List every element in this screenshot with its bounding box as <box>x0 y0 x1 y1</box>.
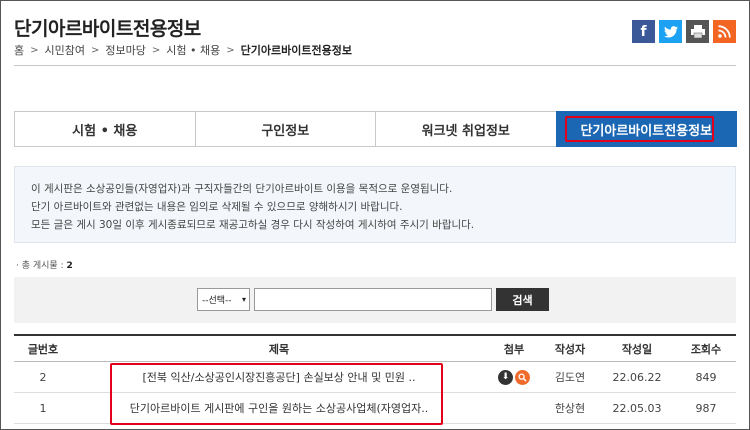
row-date: 22.05.03 <box>612 401 662 415</box>
row-date: 22.06.22 <box>612 370 662 384</box>
row-attach: ⬇ <box>486 369 542 385</box>
header-views: 조회수 <box>690 342 722 356</box>
row-no: 2 <box>39 370 47 384</box>
total-count-value: 2 <box>66 261 73 271</box>
header-title: 제목 <box>268 342 290 356</box>
header-date: 작성일 <box>621 342 653 356</box>
search-button[interactable]: 검색 <box>496 288 549 311</box>
row-author: 한상현 <box>554 402 586 415</box>
notice-line: 이 게시판은 소상공인들(자영업자)과 구직자들간의 단기아르바이트 이용을 목… <box>31 183 453 195</box>
breadcrumb-home[interactable]: 홈 <box>14 42 24 58</box>
header-no: 글번호 <box>27 342 59 356</box>
row-author: 김도연 <box>554 371 586 384</box>
row-views: 987 <box>695 401 717 415</box>
row-title: [전북 익산/소상공인시장진흥공단] 손실보상 안내 및 민원 .. <box>72 369 486 385</box>
highlight-box <box>564 116 714 142</box>
row-no: 1 <box>39 401 47 415</box>
search-bar: --선택-- ▾ 검색 <box>14 277 736 323</box>
tab-short-term-jobs[interactable]: 단기아르바이트전용정보 <box>555 111 737 147</box>
notice-box: 이 게시판은 소상공인들(자영업자)과 구직자들간의 단기아르바이트 이용을 목… <box>14 166 736 243</box>
tab-exam-recruit[interactable]: 시험 • 채용 <box>14 111 196 147</box>
post-title-link[interactable]: 단기아르바이트 게시판에 구인을 원하는 소상공사업체(자영업자.. <box>130 402 429 415</box>
share-bar: f <box>632 20 736 43</box>
tab-worknet[interactable]: 워크넷 취업정보 <box>375 111 557 147</box>
header-attach: 첨부 <box>503 342 525 356</box>
search-category-value: --선택-- <box>202 296 232 306</box>
breadcrumb-current: 단기아르바이트전용정보 <box>240 44 352 57</box>
search-input[interactable] <box>254 288 492 311</box>
breadcrumb-exam[interactable]: 시험 • 채용 <box>166 42 220 58</box>
breadcrumb-separator: > <box>151 44 161 56</box>
breadcrumb: 홈 > 시민참여 > 정보마당 > 시험 • 채용 > 단기아르바이트전용정보 <box>14 42 352 58</box>
preview-icon[interactable] <box>515 369 530 385</box>
search-category-select[interactable]: --선택-- ▾ <box>197 288 250 311</box>
row-title: 단기아르바이트 게시판에 구인을 원하는 소상공사업체(자영업자.. <box>72 400 486 416</box>
twitter-icon[interactable] <box>659 20 682 43</box>
rss-icon[interactable] <box>713 20 736 43</box>
facebook-icon[interactable]: f <box>632 20 655 43</box>
chevron-down-icon: ▾ <box>241 295 246 304</box>
table-row: 1 단기아르바이트 게시판에 구인을 원하는 소상공사업체(자영업자.. 한상현… <box>14 393 736 424</box>
table-row: 2 [전북 익산/소상공인시장진흥공단] 손실보상 안내 및 민원 .. ⬇ 김… <box>14 362 736 393</box>
download-icon[interactable]: ⬇ <box>498 369 513 385</box>
breadcrumb-citizen[interactable]: 시민참여 <box>45 42 85 58</box>
breadcrumb-info[interactable]: 정보마당 <box>105 42 145 58</box>
tab-job-offers[interactable]: 구인정보 <box>194 111 376 147</box>
post-title-link[interactable]: [전북 익산/소상공인시장진흥공단] 손실보상 안내 및 민원 .. <box>142 371 415 384</box>
page-title: 단기아르바이트전용정보 <box>14 18 201 40</box>
total-count: · 총 게시물 : 2 <box>16 261 73 271</box>
category-tabs: 시험 • 채용 구인정보 워크넷 취업정보 단기아르바이트전용정보 <box>14 111 737 147</box>
board-table: 글번호 제목 첨부 작성자 작성일 조회수 2 [전북 익산/소상공인시장진흥공… <box>14 334 736 424</box>
notice-line: 모든 글은 게시 30일 이후 게시종료되므로 재공고하실 경우 다시 작성하여… <box>31 219 475 231</box>
header-divider <box>14 65 736 66</box>
notice-line: 단기 아르바이트와 관련없는 내용은 임의로 삭제될 수 있으므로 양해하시기 … <box>31 201 403 213</box>
row-views: 849 <box>695 370 717 384</box>
breadcrumb-separator: > <box>91 44 100 56</box>
header-author: 작성자 <box>554 342 586 356</box>
breadcrumb-separator: > <box>226 44 235 56</box>
total-count-label: 총 게시물 : <box>21 261 64 271</box>
print-icon[interactable] <box>686 20 709 43</box>
breadcrumb-separator: > <box>30 44 39 56</box>
table-header: 글번호 제목 첨부 작성자 작성일 조회수 <box>14 334 736 362</box>
